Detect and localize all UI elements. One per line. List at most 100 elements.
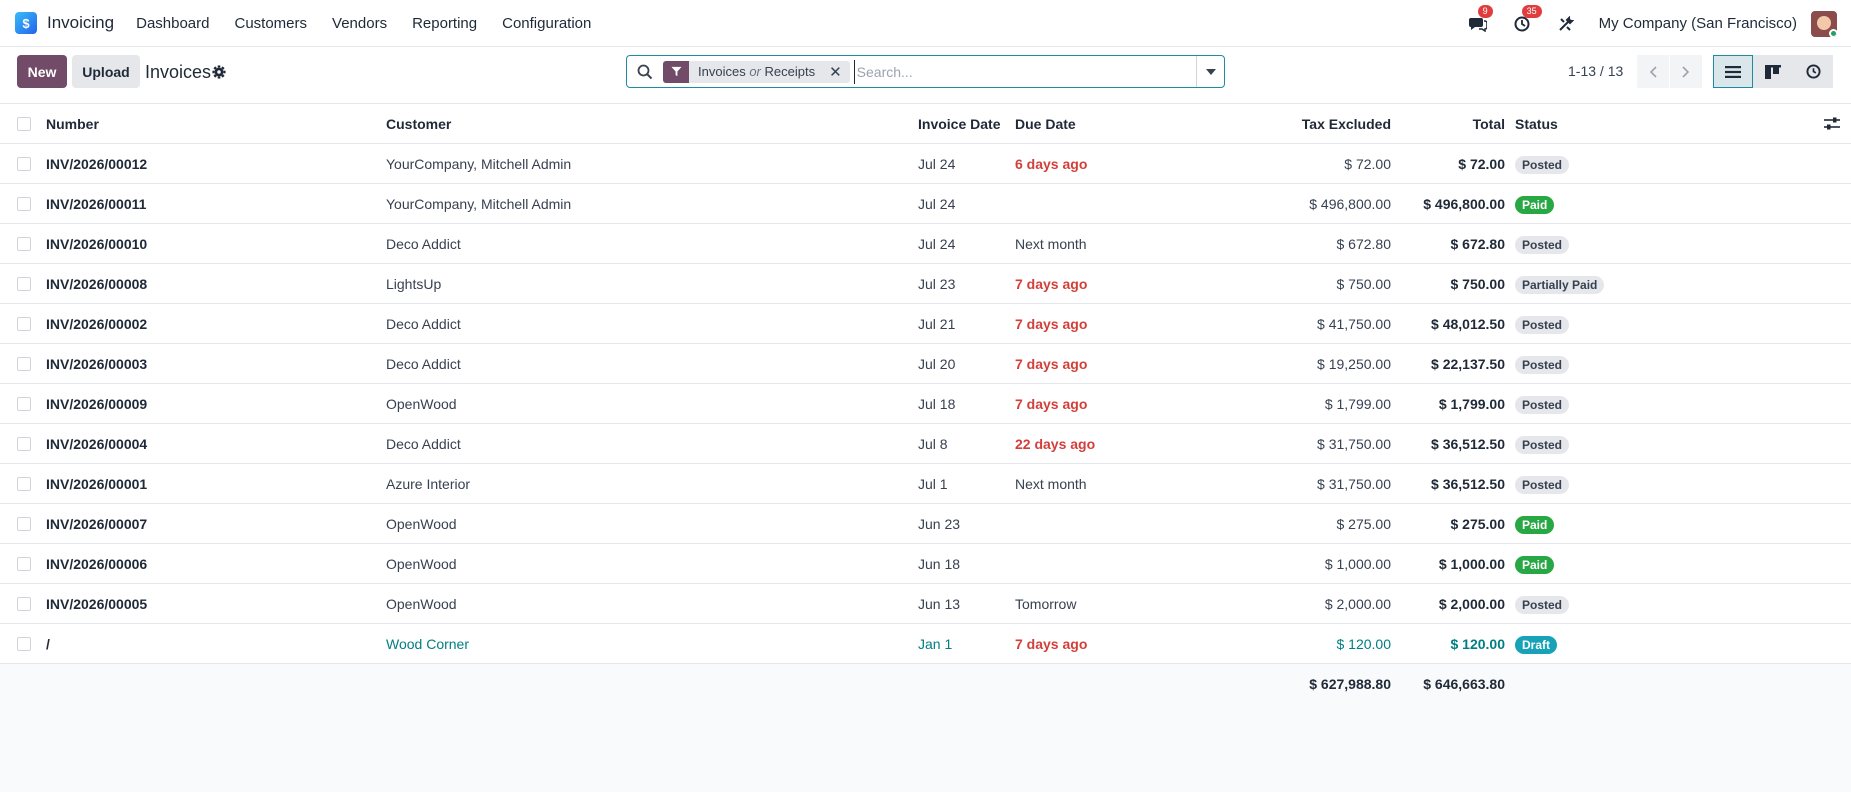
customer-name: Deco Addict: [386, 436, 461, 452]
status-badge: Posted: [1515, 436, 1570, 455]
table-row[interactable]: INV/2026/00010 Deco Addict Jul 24 Next mont…: [0, 224, 1851, 264]
customer-name: OpenWood: [386, 516, 457, 532]
row-checkbox[interactable]: [17, 517, 31, 531]
status-badge: Posted: [1515, 236, 1570, 255]
table-row[interactable]: INV/2026/00002 Deco Addict Jul 21 7 days ag…: [0, 304, 1851, 344]
table-row[interactable]: / Wood Corner Jan 1 7 days ago $ 120.00 $ 120…: [0, 624, 1851, 664]
row-checkbox[interactable]: [17, 557, 31, 571]
menu-customers[interactable]: Customers: [235, 15, 308, 32]
column-header-due-date[interactable]: Due Date: [1015, 104, 1076, 144]
menu-vendors[interactable]: Vendors: [332, 15, 387, 32]
row-checkbox[interactable]: [17, 277, 31, 291]
search-input[interactable]: [853, 59, 1196, 84]
column-header-customer[interactable]: Customer: [386, 104, 451, 144]
tax-excluded-amount: $ 672.80: [1336, 236, 1392, 252]
table-row[interactable]: INV/2026/00004 Deco Addict Jul 8 22 days ag…: [0, 424, 1851, 464]
column-header-total[interactable]: Total: [1473, 104, 1505, 144]
search-icon[interactable]: [637, 64, 653, 80]
row-checkbox[interactable]: [17, 157, 31, 171]
tax-excluded-amount: $ 31,750.00: [1317, 476, 1391, 492]
gear-icon[interactable]: [212, 65, 226, 79]
table-row[interactable]: INV/2026/00009 OpenWood Jul 18 7 days ago $ …: [0, 384, 1851, 424]
user-avatar[interactable]: [1811, 10, 1837, 37]
menu-configuration[interactable]: Configuration: [502, 15, 591, 32]
row-checkbox[interactable]: [17, 357, 31, 371]
tax-excluded-amount: $ 275.00: [1336, 516, 1392, 532]
table-row[interactable]: INV/2026/00011 YourCompany, Mitchell Admi…: [0, 184, 1851, 224]
table-row[interactable]: INV/2026/00008 LightsUp Jul 23 7 days ago $ …: [0, 264, 1851, 304]
activity-view-button[interactable]: [1793, 55, 1833, 88]
table-header: Number Customer Invoice Date Due Date Ta…: [0, 104, 1851, 144]
total-amount: $ 48,012.50: [1431, 316, 1505, 332]
pager-previous-button[interactable]: [1637, 55, 1669, 88]
column-header-status[interactable]: Status: [1515, 104, 1558, 144]
row-checkbox[interactable]: [17, 317, 31, 331]
total-amount: $ 672.80: [1450, 236, 1506, 252]
table-row[interactable]: INV/2026/00007 OpenWood Jun 23 $ 275.00 $ 27…: [0, 504, 1851, 544]
optional-columns-icon[interactable]: [1824, 117, 1840, 131]
total-amount: $ 1,799.00: [1438, 396, 1505, 412]
table-row[interactable]: INV/2026/00012 YourCompany, Mitchell Admi…: [0, 144, 1851, 184]
row-checkbox[interactable]: [17, 597, 31, 611]
list-view-icon: [1725, 65, 1741, 78]
tax-excluded-amount: $ 2,000.00: [1324, 596, 1391, 612]
invoice-date: Jul 18: [918, 396, 956, 412]
status-badge: Posted: [1515, 316, 1570, 335]
table-row[interactable]: INV/2026/00006 OpenWood Jun 18 $ 1,000.00 $ …: [0, 544, 1851, 584]
list-view-button[interactable]: [1713, 55, 1753, 88]
invoice-number: INV/2026/00002: [46, 316, 148, 332]
tools-icon: [1558, 15, 1574, 31]
invoice-number: INV/2026/00007: [46, 516, 148, 532]
row-checkbox[interactable]: [17, 197, 31, 211]
column-header-invoice-date[interactable]: Invoice Date: [918, 104, 1000, 144]
kanban-view-button[interactable]: [1753, 55, 1793, 88]
row-checkbox[interactable]: [17, 637, 31, 651]
status-badge: Posted: [1515, 476, 1570, 495]
customer-name: Deco Addict: [386, 356, 461, 372]
new-button[interactable]: New: [17, 55, 67, 88]
activities-button[interactable]: 35: [1511, 4, 1542, 35]
facet-value-invoices: Invoices: [698, 64, 746, 79]
top-navbar: Invoicing Dashboard Customers Vendors Re…: [0, 0, 1851, 47]
filter-icon: [663, 60, 689, 83]
table-row[interactable]: INV/2026/00005 OpenWood Jun 13 Tomorrow $ 2,…: [0, 584, 1851, 624]
column-header-tax-excluded[interactable]: Tax Excluded: [1302, 104, 1391, 144]
row-checkbox[interactable]: [17, 237, 31, 251]
table-row[interactable]: INV/2026/00001 Azure Interior Jul 1 Next mo…: [0, 464, 1851, 504]
tax-excluded-amount: $ 496,800.00: [1309, 196, 1391, 212]
tax-excluded-amount: $ 31,750.00: [1317, 436, 1391, 452]
status-badge: Partially Paid: [1515, 276, 1605, 295]
table-row[interactable]: INV/2026/00003 Deco Addict Jul 20 7 days ag…: [0, 344, 1851, 384]
chevron-right-icon: [1682, 65, 1690, 78]
messages-button[interactable]: 9: [1467, 4, 1493, 35]
invoice-date: Jul 24: [918, 156, 956, 172]
debug-tools-button[interactable]: [1555, 13, 1577, 35]
customer-name: Deco Addict: [386, 236, 461, 252]
company-switcher[interactable]: My Company (San Francisco): [1599, 15, 1797, 32]
total-amount: $ 1,000.00: [1438, 556, 1505, 572]
row-checkbox[interactable]: [17, 397, 31, 411]
status-badge: Posted: [1515, 356, 1570, 375]
app-name[interactable]: Invoicing: [47, 13, 114, 33]
remove-facet-close-icon[interactable]: ✕: [823, 63, 850, 81]
row-checkbox[interactable]: [17, 437, 31, 451]
invoicing-app-icon[interactable]: [15, 12, 37, 34]
search-options-toggle[interactable]: [1196, 56, 1224, 87]
upload-button[interactable]: Upload: [72, 55, 140, 88]
invoice-number: INV/2026/00001: [46, 476, 148, 492]
total-amount: $ 2,000.00: [1438, 596, 1505, 612]
select-all-checkbox[interactable]: [17, 117, 31, 131]
menu-dashboard[interactable]: Dashboard: [136, 15, 209, 32]
tax-excluded-amount: $ 72.00: [1344, 156, 1391, 172]
tax-excluded-amount: $ 1,000.00: [1324, 556, 1391, 572]
due-date: Tomorrow: [1015, 596, 1077, 612]
chat-icon: [1468, 17, 1487, 32]
pager-value[interactable]: 1-13 / 13: [1568, 63, 1623, 79]
total-amount: $ 72.00: [1458, 156, 1505, 172]
pager-next-button[interactable]: [1670, 55, 1702, 88]
customer-name: Azure Interior: [386, 476, 471, 492]
column-header-number[interactable]: Number: [46, 104, 99, 144]
due-date: Next month: [1015, 236, 1087, 252]
row-checkbox[interactable]: [17, 477, 31, 491]
menu-reporting[interactable]: Reporting: [412, 15, 477, 32]
